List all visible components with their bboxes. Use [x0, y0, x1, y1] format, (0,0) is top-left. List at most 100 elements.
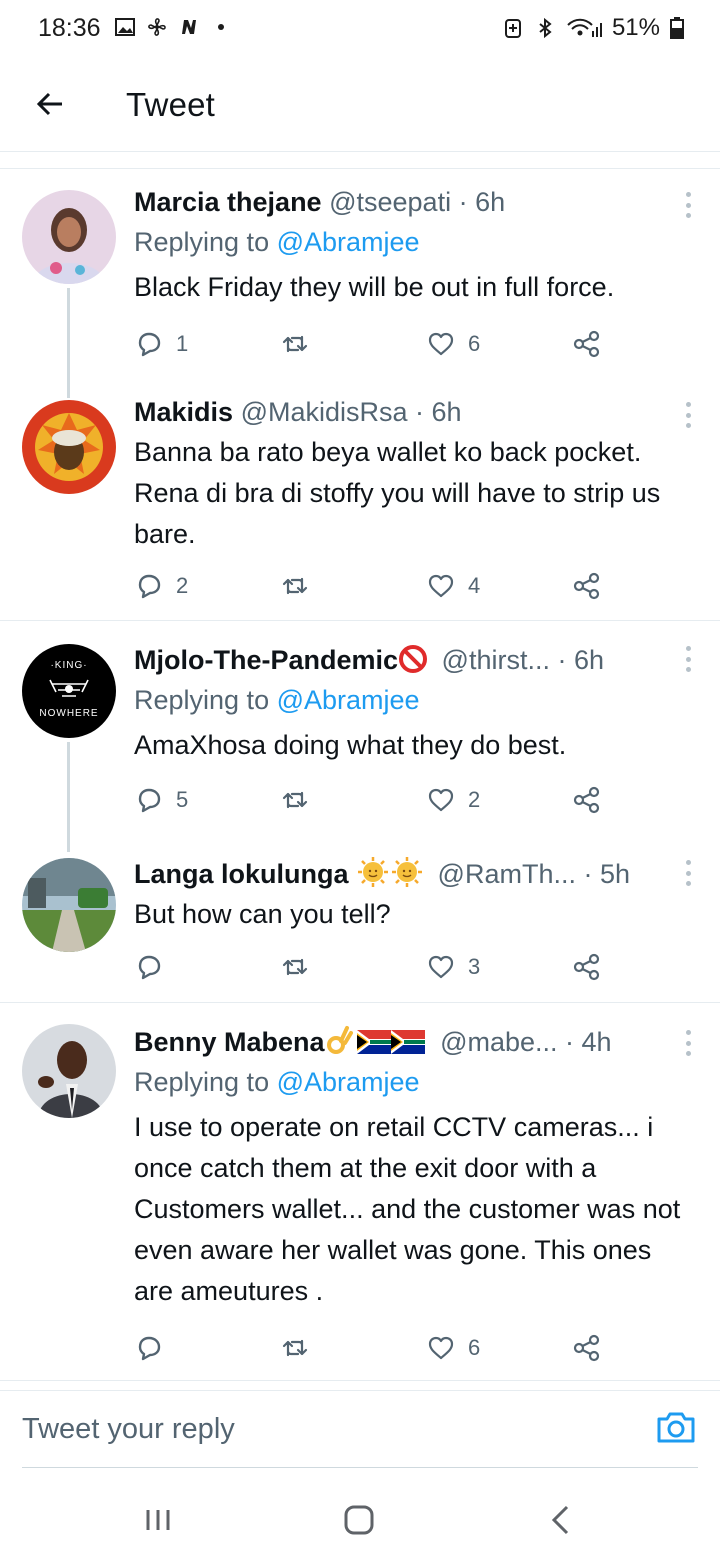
replying-to: Replying to @Abramjee: [134, 1062, 690, 1102]
tweet-actions: 5 2: [134, 780, 614, 820]
fan-icon: [148, 18, 166, 36]
home-icon: [344, 1505, 374, 1535]
retweet-button[interactable]: [280, 780, 322, 820]
dot-icon: [218, 24, 224, 30]
tweet-header: Makidis @MakidisRsa · 6h: [134, 392, 690, 432]
author-handle[interactable]: @thirst...: [442, 645, 550, 675]
avatar[interactable]: [22, 1024, 116, 1118]
like-button[interactable]: 4: [426, 566, 480, 606]
author-name[interactable]: Makidis: [134, 397, 233, 427]
system-back-button[interactable]: [541, 1500, 581, 1540]
heart-icon: [428, 788, 454, 812]
share-button[interactable]: [572, 780, 602, 820]
tweet-time: · 6h: [557, 645, 604, 675]
share-icon: [573, 572, 600, 600]
share-button[interactable]: [572, 947, 602, 987]
like-count: 6: [468, 331, 481, 356]
mention-link[interactable]: @Abramjee: [277, 227, 420, 257]
share-icon: [573, 786, 600, 814]
tweet-header: Benny Mabena @mabe... · 4h: [134, 1022, 690, 1062]
more-options-button[interactable]: [684, 860, 692, 886]
avatar[interactable]: ·KING· NOWHERE: [22, 644, 116, 738]
reply-button[interactable]: [134, 1328, 176, 1368]
reply-button[interactable]: 2: [134, 566, 188, 606]
replying-label: Replying to: [134, 1067, 277, 1097]
mention-link[interactable]: @Abramjee: [277, 1067, 420, 1097]
like-button[interactable]: 6: [426, 324, 480, 364]
avatar[interactable]: [22, 190, 116, 284]
more-options-button[interactable]: [684, 192, 692, 218]
like-count: 2: [468, 787, 481, 812]
battery-icon: [670, 17, 684, 39]
chevron-left-icon: [551, 1505, 569, 1535]
south-africa-flag-icon: [356, 1030, 391, 1054]
avatar[interactable]: [22, 858, 116, 952]
author-handle[interactable]: @MakidisRsa: [241, 397, 408, 427]
author-name[interactable]: Langa lokulunga: [134, 859, 349, 889]
more-options-button[interactable]: [684, 1030, 692, 1056]
share-button[interactable]: [572, 324, 602, 364]
retweet-icon: [282, 958, 308, 976]
reply-button[interactable]: [134, 947, 176, 987]
divider: [0, 168, 720, 169]
south-africa-flag-icon: [390, 1030, 425, 1054]
top-app-bar: Tweet: [0, 60, 720, 152]
replying-label: Replying to: [134, 685, 277, 715]
recent-apps-button[interactable]: [138, 1500, 178, 1540]
like-count: 3: [468, 954, 481, 979]
bluetooth-icon: [539, 17, 552, 39]
replying-to: Replying to @Abramjee: [134, 680, 690, 720]
retweet-icon: [282, 791, 308, 809]
share-icon: [573, 330, 600, 358]
heart-icon: [428, 332, 454, 356]
author-name[interactable]: Benny Mabena: [134, 1027, 325, 1057]
retweet-icon: [282, 335, 308, 353]
gallery-icon: [115, 18, 135, 36]
share-button[interactable]: [572, 566, 602, 606]
more-options-button[interactable]: [684, 646, 692, 672]
author-handle[interactable]: @RamTh...: [438, 859, 576, 889]
tweet-time: · 5h: [583, 859, 631, 889]
avatar[interactable]: [22, 400, 116, 494]
mention-link[interactable]: @Abramjee: [277, 685, 420, 715]
retweet-button[interactable]: [280, 566, 322, 606]
system-navigation-bar: [0, 1470, 720, 1560]
avatar-text-bottom: NOWHERE: [39, 708, 99, 719]
back-button[interactable]: [28, 82, 72, 126]
author-name[interactable]: Marcia thejane: [134, 187, 322, 217]
tweet-actions: 3: [134, 947, 614, 987]
status-notification-icons: [114, 16, 232, 38]
retweet-icon: [282, 1339, 308, 1357]
author-name[interactable]: Mjolo-The-Pandemic: [134, 645, 398, 675]
reply-input[interactable]: Tweet your reply: [22, 1413, 235, 1446]
replying-to: Replying to @Abramjee: [134, 222, 690, 262]
author-handle[interactable]: @mabe...: [440, 1027, 557, 1057]
reply-button[interactable]: 5: [134, 780, 188, 820]
retweet-button[interactable]: [280, 324, 322, 364]
tweet-actions: 6: [134, 1328, 614, 1368]
home-button[interactable]: [339, 1500, 379, 1540]
reply-button[interactable]: 1: [134, 324, 188, 364]
reply-composer: Tweet your reply: [0, 1390, 720, 1470]
camera-icon: [657, 1412, 695, 1443]
more-options-button[interactable]: [684, 402, 692, 428]
comment-icon: [138, 955, 161, 980]
share-button[interactable]: [572, 1328, 602, 1368]
heart-icon: [428, 1336, 454, 1360]
battery-saver-icon: [504, 19, 521, 38]
thread-line: [67, 288, 70, 398]
replying-label: Replying to: [134, 227, 277, 257]
like-count: 6: [468, 1335, 481, 1360]
retweet-button[interactable]: [280, 947, 322, 987]
author-handle[interactable]: @tseepati: [329, 187, 451, 217]
like-button[interactable]: 6: [426, 1328, 480, 1368]
reply-count: 5: [176, 787, 189, 812]
tweet-header: Marcia thejane @tseepati · 6h: [134, 182, 690, 222]
like-button[interactable]: 2: [426, 780, 480, 820]
no-entry-emoji-icon: [399, 645, 428, 673]
retweet-button[interactable]: [280, 1328, 322, 1368]
like-button[interactable]: 3: [426, 947, 480, 987]
recents-icon: [146, 1510, 170, 1530]
camera-button[interactable]: [654, 1405, 698, 1449]
arrow-left-icon: [36, 92, 62, 116]
